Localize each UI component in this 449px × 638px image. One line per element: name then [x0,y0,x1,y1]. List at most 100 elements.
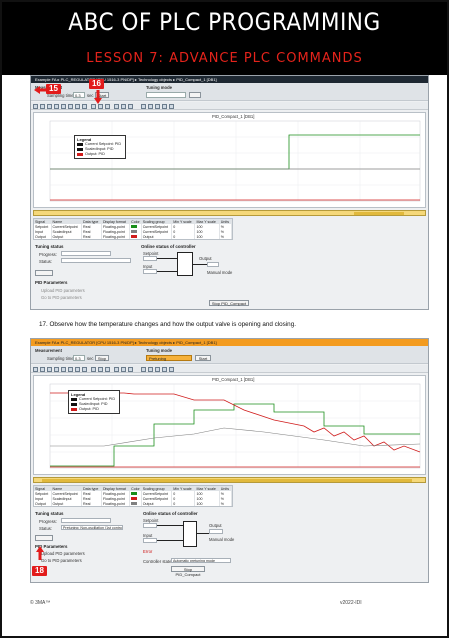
snapshot-icon[interactable] [75,366,80,372]
manual-mode-label: Manual mode [209,537,235,542]
clear-icon[interactable] [162,366,167,372]
sync-icon[interactable] [169,366,174,372]
settings-icon[interactable] [114,366,119,372]
save-icon[interactable] [128,366,133,372]
pid-block-diagram [177,252,193,276]
sync-icon[interactable] [169,103,174,109]
scale-icon[interactable] [105,366,110,372]
start-tuning-button[interactable]: Start [195,355,211,361]
start-trace-icon[interactable] [141,103,146,109]
go-pid-link[interactable]: Go to PID parameters [41,295,82,300]
input-field [143,269,157,274]
refresh-icon[interactable] [155,103,160,109]
controller-state-field: Automatic pretuning mode [171,558,231,563]
zoom-out-icon[interactable] [40,103,45,109]
measure-icon[interactable] [61,103,66,109]
zoom-fit-icon[interactable] [47,366,52,372]
time-scrollbar[interactable] [33,477,426,483]
scrollbar-thumb[interactable] [354,212,404,215]
document-title: ABC OF PLC PROGRAMMING [68,8,381,36]
chart-legend: Legend Current Setpoint: PID ScaledInput… [74,135,126,159]
start-trace-icon[interactable] [141,366,146,372]
upload-pid-link[interactable]: Upload PID parameters [41,288,85,293]
start-tuning-button[interactable] [189,92,201,98]
zoom-in-icon[interactable] [33,103,38,109]
measure-icon[interactable] [61,366,66,372]
tuning-status-title: Tuning status [35,244,64,249]
online-status-title: Online status of controller [141,244,196,249]
settings-icon[interactable] [114,103,119,109]
cursor-icon[interactable] [68,366,73,372]
instruction-step-17: 17. Observe how the temperature changes … [39,321,296,328]
output-label: Output [209,523,222,528]
cursor-icon[interactable] [68,103,73,109]
legend-item-output: Output: PID [71,407,117,412]
refresh-icon[interactable] [155,366,160,372]
upload-pid-link[interactable]: Upload PID parameters [41,551,85,556]
scale-icon[interactable] [105,103,110,109]
table-row[interactable]: Input ScaledInput Real Floating-point Curre… [34,229,233,234]
chart-plot [49,120,421,202]
legend-icon[interactable] [98,366,103,372]
status-label: Status: [39,259,53,264]
scrollbar-thumb[interactable] [42,479,412,482]
footer-version: v2022-IDI [340,600,362,606]
stop-trace-icon[interactable] [148,103,153,109]
export-icon[interactable] [82,103,87,109]
tuning-panel: Tuning status Progress: Status: Pretunin… [31,509,428,582]
stop-trace-icon[interactable] [148,366,153,372]
sampling-time-input[interactable]: 0.3 [73,92,85,98]
status-field [61,258,131,263]
zoom-out-icon[interactable] [40,366,45,372]
measurement-label: Measurement [35,348,62,353]
trend-chart: PID_Compact_1 [DB1] Legend Current Setpo… [33,375,426,475]
clear-icon[interactable] [162,103,167,109]
table-row[interactable]: Setpoint CurrentSetpoint Real Floating-poi… [34,224,233,229]
go-pid-link[interactable]: Go to PID parameters [41,558,82,563]
page-header: ABC OF PLC PROGRAMMING LESSON 7: ADVANCE… [2,2,447,75]
error-ack-button[interactable] [35,535,53,541]
tuning-mode-label: Tuning mode [146,348,172,353]
chart-toolbar [31,102,428,110]
save-icon[interactable] [128,103,133,109]
sampling-time-input[interactable]: 0.3 [73,355,85,361]
grid-icon[interactable] [91,103,96,109]
table-row[interactable]: Output Output Real Floating-point Output 01… [34,501,233,506]
tuning-panel: Tuning status Progress: Status: PID Para… [31,242,428,309]
zoom-in-icon[interactable] [33,366,38,372]
legend-item-output: Output: PID [77,152,123,157]
signal-table: Signal Name Data type Display format Color S… [33,218,233,240]
pan-icon[interactable] [54,103,59,109]
lesson-subtitle: LESSON 7: ADVANCE PLC COMMANDS [86,51,363,66]
callout-marker-16: 16 [89,79,104,89]
table-row[interactable]: Output Output Real Floating-point Output 01… [34,234,233,239]
snapshot-icon[interactable] [75,103,80,109]
breadcrumb: Example FA ▸ PLC_REGULATOR [CPU 1516-3 P… [31,339,428,346]
tuning-mode-select[interactable] [146,92,186,98]
print-icon[interactable] [121,366,126,372]
stop-measurement-button[interactable]: Stop [95,355,109,361]
manual-mode-label: Manual mode [207,270,233,275]
error-ack-button[interactable] [35,270,53,276]
online-status-title: Online status of controller [143,511,198,516]
export-icon[interactable] [82,366,87,372]
trend-chart: PID_Compact_1 [DB1] Legend Current Setpo… [33,112,426,208]
tuning-mode-select[interactable]: Pretuning [146,355,192,361]
legend-icon[interactable] [98,103,103,109]
stop-pid-button[interactable]: Stop PID_Compact [209,300,249,306]
callout-arrow-15 [34,86,48,94]
setpoint-field [143,523,157,528]
table-row[interactable]: Setpoint CurrentSetpoint Real Floating-poi… [34,491,233,496]
time-scrollbar[interactable] [33,210,426,216]
pan-icon[interactable] [54,366,59,372]
stop-pid-button[interactable]: Stop PID_Compact [171,566,205,577]
status-label: Status: [39,526,53,531]
print-icon[interactable] [121,103,126,109]
footer-copyright: © 3MA™ [30,600,51,606]
table-row[interactable]: Input ScaledInput Real Floating-point Curre… [34,496,233,501]
tia-portal-screenshot-2: Example FA ▸ PLC_REGULATOR [CPU 1516-3 P… [30,338,429,583]
grid-icon[interactable] [91,366,96,372]
sampling-unit: sec [87,356,94,361]
tuning-status-title: Tuning status [35,511,64,516]
zoom-fit-icon[interactable] [47,103,52,109]
